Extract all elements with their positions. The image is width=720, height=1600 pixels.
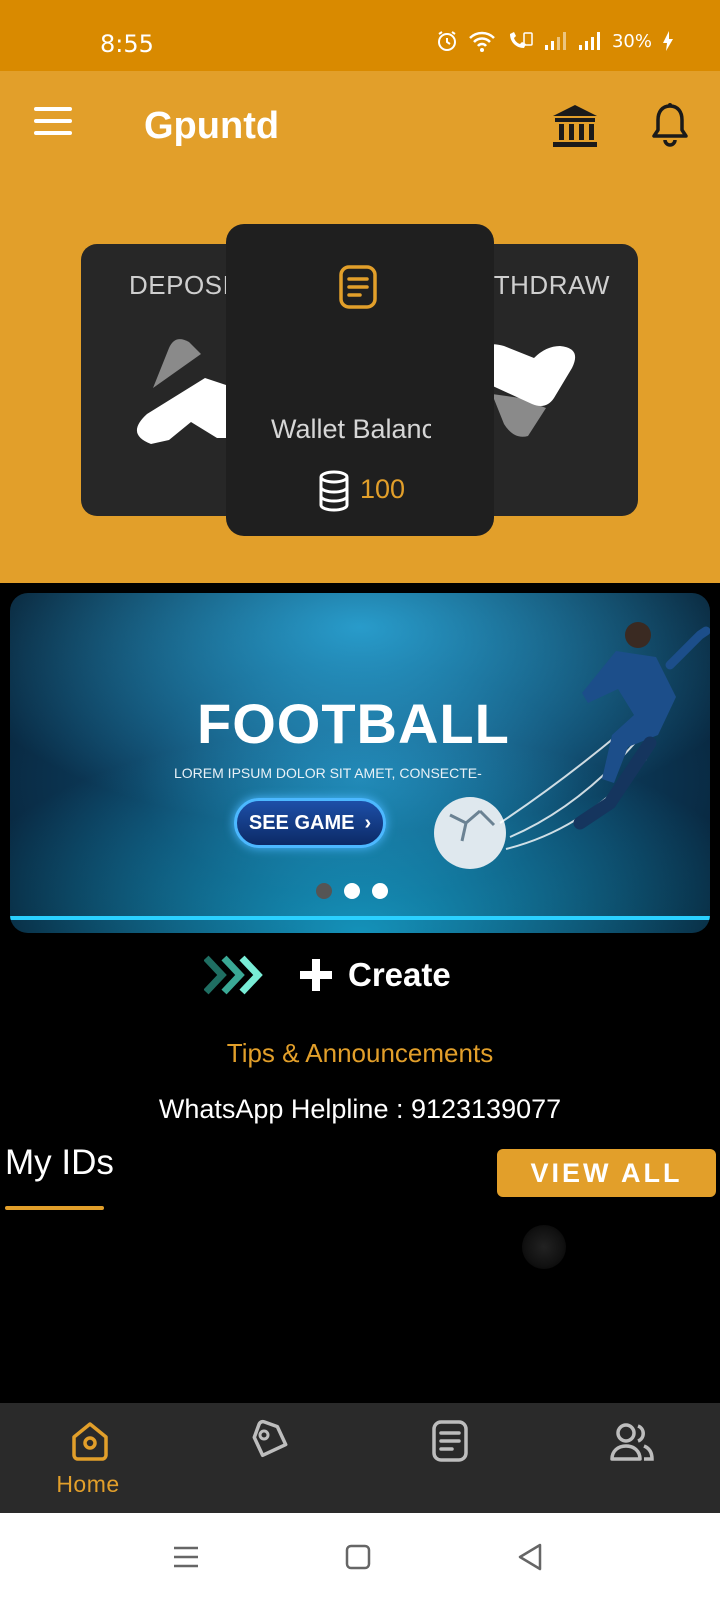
my-ids-underline: [5, 1206, 104, 1210]
create-button[interactable]: Create: [204, 953, 451, 997]
carousel-dot-3[interactable]: [372, 883, 388, 899]
alarm-icon: [437, 31, 456, 51]
banner-title: FOOTBALL: [197, 692, 510, 755]
recent-apps-icon[interactable]: [168, 1539, 208, 1575]
system-nav-bar: [0, 1513, 720, 1600]
nav-documents[interactable]: [378, 1403, 518, 1513]
chevron-right-icon: ›: [364, 811, 372, 834]
back-icon[interactable]: [512, 1539, 552, 1575]
signal-2-icon: [578, 32, 600, 50]
app-header: Gpuntd: [0, 71, 720, 183]
plus-icon: [300, 959, 332, 991]
wifi-icon: [469, 31, 495, 52]
wallet-balance-value: 100: [360, 474, 406, 504]
nav-home[interactable]: Home: [18, 1403, 158, 1513]
nav-offers[interactable]: [198, 1403, 338, 1513]
tips-announcements[interactable]: Tips & Announcements: [0, 1038, 720, 1069]
view-all-button[interactable]: VIEW ALL: [497, 1149, 716, 1197]
banner-artwork: [10, 593, 710, 933]
main-content: FOOTBALL LOREM IPSUM DOLOR SIT AMET, CON…: [0, 583, 720, 1403]
my-ids-title: My IDs: [5, 1143, 114, 1182]
app-title: Gpuntd: [144, 105, 280, 147]
status-icons: 30%: [436, 30, 674, 52]
banner-subtitle: LOREM IPSUM DOLOR SIT AMET, CONSECTE-: [174, 765, 482, 781]
home-button-icon[interactable]: [340, 1539, 380, 1575]
loading-spinner: [522, 1225, 566, 1269]
nav-users[interactable]: [558, 1403, 698, 1513]
carousel-dot-2[interactable]: [344, 883, 360, 899]
see-game-button[interactable]: SEE GAME ›: [234, 798, 386, 848]
document-icon: [432, 1420, 468, 1462]
battery-level: 30%: [611, 30, 652, 52]
tag-icon: [252, 1419, 288, 1458]
status-bar: 8:55 30%: [0, 0, 720, 71]
users-icon: [610, 1423, 654, 1461]
promo-banner[interactable]: FOOTBALL LOREM IPSUM DOLOR SIT AMET, CON…: [10, 593, 710, 933]
bottom-nav: Home: [0, 1403, 720, 1513]
nav-home-label: Home: [56, 1471, 120, 1497]
volte-call-icon: [509, 32, 533, 48]
charging-icon: [663, 31, 673, 51]
carousel-dot-1[interactable]: [316, 883, 332, 899]
status-time: 8:55: [100, 30, 154, 58]
signal-1-icon: [544, 32, 566, 50]
triple-chevron-icon: [204, 955, 263, 995]
create-label: Create: [348, 956, 451, 993]
wallet-section: DEPOSIT WITHDRAW Wallet Balance 100: [0, 183, 720, 583]
bank-icon[interactable]: [550, 101, 600, 151]
home-icon: [72, 1422, 108, 1461]
carousel-dots: [316, 883, 388, 899]
coin-stack-icon: [319, 470, 349, 512]
wallet-note-icon: [339, 265, 377, 309]
bell-icon[interactable]: [650, 101, 694, 151]
wallet-balance-card: Wallet Balance 100: [226, 224, 494, 536]
wallet-balance-label: Wallet Balance: [271, 414, 431, 444]
whatsapp-helpline: WhatsApp Helpline : 9123139077: [158, 1094, 562, 1124]
see-game-label: SEE GAME: [248, 811, 355, 834]
hamburger-icon[interactable]: [34, 107, 78, 147]
